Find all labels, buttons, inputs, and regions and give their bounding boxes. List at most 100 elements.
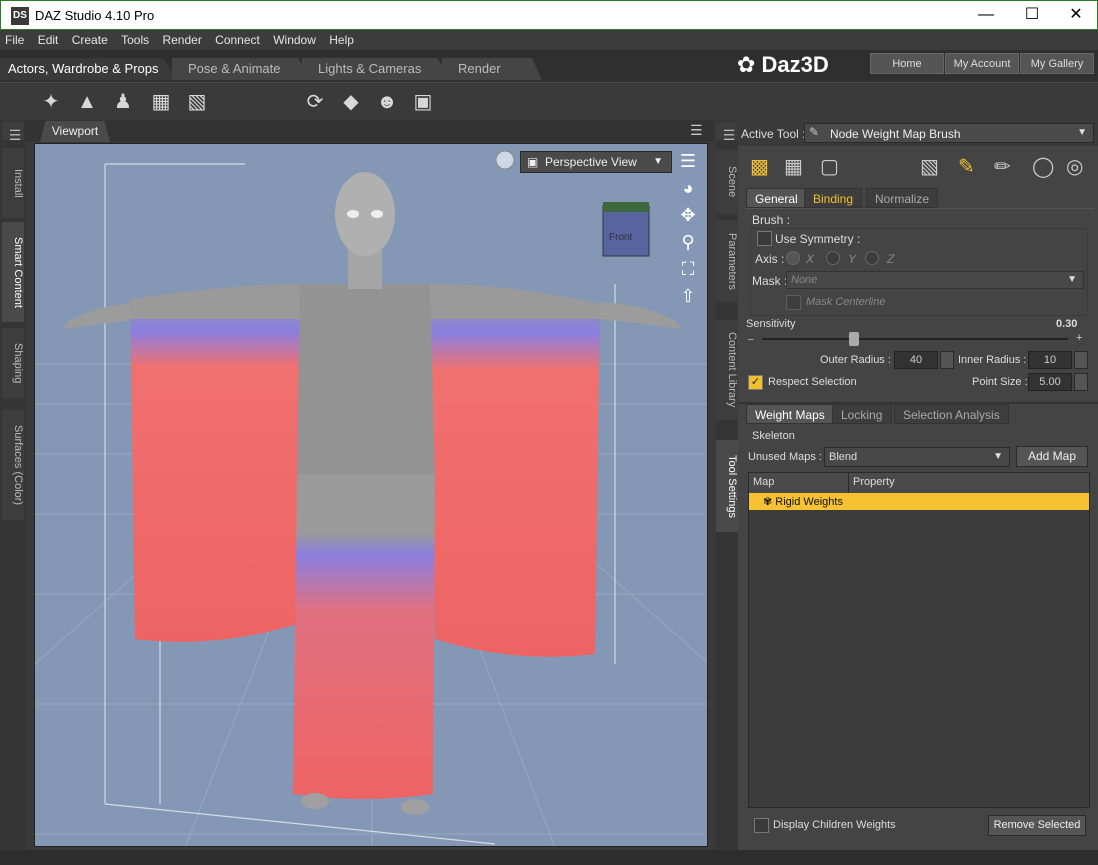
close-icon[interactable]: ✕ xyxy=(1053,1,1098,29)
menu-connect[interactable]: Connect xyxy=(210,30,265,50)
frame-icon[interactable]: ⛶ xyxy=(676,259,700,283)
perspective-view-dropdown[interactable]: ▣ Perspective View ▼ xyxy=(520,151,672,173)
viewport-canvas[interactable]: Front xyxy=(34,143,708,847)
viewport-menu-icon[interactable]: ☰ xyxy=(690,122,703,139)
menu-edit[interactable]: Edit xyxy=(33,30,64,50)
active-tool-dropdown[interactable]: ✎ Node Weight Map Brush ▼ xyxy=(804,123,1094,143)
app-icon: DS xyxy=(11,7,29,25)
tab-content-library[interactable]: Content Library xyxy=(716,320,738,420)
remove-selected-button[interactable]: Remove Selected xyxy=(988,815,1086,836)
environment-icon[interactable]: ▲ xyxy=(74,89,100,115)
sensitivity-track xyxy=(762,338,1068,340)
tab-weight-maps[interactable]: Weight Maps xyxy=(746,404,834,424)
table-row[interactable]: ✾ Rigid Weights xyxy=(749,493,1089,510)
column-header-map[interactable]: Map xyxy=(749,473,849,493)
inner-radius-field[interactable]: 10 xyxy=(1028,351,1072,369)
view-cube[interactable]: Front xyxy=(602,202,650,257)
menu-tools[interactable]: Tools xyxy=(116,30,154,50)
left-menu-icon[interactable]: ☰ xyxy=(2,122,24,144)
rotate-tool-icon[interactable]: ⟳ xyxy=(302,89,328,115)
respect-selection-label: Respect Selection xyxy=(768,376,857,388)
maximize-icon[interactable]: ☐ xyxy=(1009,1,1055,29)
axis-y-radio[interactable] xyxy=(826,251,840,265)
tab-smart-content[interactable]: Smart Content xyxy=(2,222,24,322)
axis-x-radio[interactable] xyxy=(786,251,800,265)
pan-icon[interactable]: ✥ xyxy=(676,205,700,229)
use-symmetry-checkbox[interactable] xyxy=(757,231,772,246)
select-mode-icon[interactable]: ▩ xyxy=(750,154,769,179)
tab-normalize[interactable]: Normalize xyxy=(866,188,939,208)
lasso-icon[interactable]: ▢ xyxy=(820,154,839,179)
tab-shaping[interactable]: Shaping xyxy=(2,328,24,398)
inner-radius-spinner[interactable] xyxy=(1074,351,1088,369)
chevron-down-icon: ▼ xyxy=(1077,127,1087,138)
orbit-icon[interactable]: ◕ xyxy=(676,178,700,202)
tab-pose-animate[interactable]: Pose & Animate xyxy=(172,58,312,80)
menu-window[interactable]: Window xyxy=(268,30,321,50)
rigid-weights-label: Rigid Weights xyxy=(775,496,843,508)
home-button[interactable]: Home xyxy=(870,53,944,74)
menu-help[interactable]: Help xyxy=(324,30,359,50)
sensitivity-slider[interactable]: – + xyxy=(748,332,1084,346)
draw-style-icon[interactable] xyxy=(495,150,515,170)
brand-name: Daz3D xyxy=(761,52,829,77)
zoom-icon[interactable]: ⚲ xyxy=(676,232,700,256)
tab-install[interactable]: Install xyxy=(2,148,24,218)
tab-surfaces-color[interactable]: Surfaces (Color) xyxy=(2,410,24,520)
pose-tool-icon[interactable]: ◆ xyxy=(338,89,364,115)
point-size-field[interactable]: 5.00 xyxy=(1028,373,1072,391)
scene-render: Front xyxy=(35,150,707,846)
paint-brush-icon[interactable]: ✎ xyxy=(958,154,975,179)
camera-tool-icon[interactable]: ▣ xyxy=(410,89,436,115)
unused-maps-dropdown[interactable]: Blend ▼ xyxy=(824,447,1010,467)
tab-binding[interactable]: Binding xyxy=(804,188,863,208)
menu-render[interactable]: Render xyxy=(157,30,206,50)
point-size-spinner[interactable] xyxy=(1074,373,1088,391)
respect-selection-checkbox[interactable]: ✓ xyxy=(748,375,763,390)
figure-tool-icon[interactable]: ✦ xyxy=(38,89,64,115)
smooth-brush-icon[interactable]: ✏ xyxy=(994,154,1011,179)
tab-actors-wardrobe-props[interactable]: Actors, Wardrobe & Props xyxy=(0,58,180,80)
viewport-tab[interactable]: Viewport xyxy=(40,121,110,142)
sensitivity-value: 0.30 xyxy=(1056,318,1078,330)
paint-add-icon[interactable]: ▧ xyxy=(920,154,939,179)
tab-render[interactable]: Render xyxy=(442,58,542,80)
outer-radius-field[interactable]: 40 xyxy=(894,351,938,369)
outer-radius-spinner[interactable] xyxy=(940,351,954,369)
figure-builder-icon[interactable]: ♟ xyxy=(110,89,136,115)
viewport-header xyxy=(26,120,714,142)
reset-view-icon[interactable]: ⇧ xyxy=(676,286,700,310)
view-cube-label: Front xyxy=(609,232,633,243)
sensitivity-handle[interactable] xyxy=(848,332,859,346)
slider-plus-icon: + xyxy=(1076,332,1083,344)
my-account-button[interactable]: My Account xyxy=(945,53,1019,74)
add-map-button[interactable]: Add Map xyxy=(1016,446,1088,467)
tab-general[interactable]: General xyxy=(746,188,807,208)
transfer-utility-icon[interactable]: ▧ xyxy=(184,89,210,115)
axis-y-label: Y xyxy=(848,252,857,266)
mask-centerline-checkbox[interactable] xyxy=(786,295,801,310)
axis-z-radio[interactable] xyxy=(865,251,879,265)
tab-tool-settings[interactable]: Tool Settings xyxy=(716,440,738,532)
display-children-weights-checkbox[interactable] xyxy=(754,818,769,833)
viewport-options-icon[interactable]: ☰ xyxy=(676,151,700,175)
sphere-icon[interactable]: ◎ xyxy=(1066,154,1083,179)
figure-pose-icon[interactable]: ☻ xyxy=(374,89,400,115)
brush-label: Brush : xyxy=(752,213,791,227)
my-gallery-button[interactable]: My Gallery xyxy=(1020,53,1094,74)
pin-icon[interactable]: ◯ xyxy=(1032,154,1054,179)
tool-settings-panel: Active Tool : ✎ Node Weight Map Brush ▼ … xyxy=(738,120,1098,850)
menu-file[interactable]: File xyxy=(0,30,29,50)
menu-create[interactable]: Create xyxy=(67,30,113,50)
tab-scene[interactable]: Scene xyxy=(716,150,738,214)
figure-setup-icon[interactable]: ▦ xyxy=(148,89,174,115)
column-header-property[interactable]: Property xyxy=(849,473,1089,493)
right-menu-icon[interactable]: ☰ xyxy=(716,122,738,144)
marquee-icon[interactable]: ▦ xyxy=(784,154,803,179)
mask-dropdown[interactable]: None ▼ xyxy=(786,271,1084,289)
tab-locking[interactable]: Locking xyxy=(832,404,892,424)
tab-selection-analysis[interactable]: Selection Analysis xyxy=(894,404,1009,424)
minimize-icon[interactable]: — xyxy=(963,1,1009,29)
tab-lights-cameras[interactable]: Lights & Cameras xyxy=(302,58,452,80)
tab-parameters[interactable]: Parameters xyxy=(716,220,738,302)
